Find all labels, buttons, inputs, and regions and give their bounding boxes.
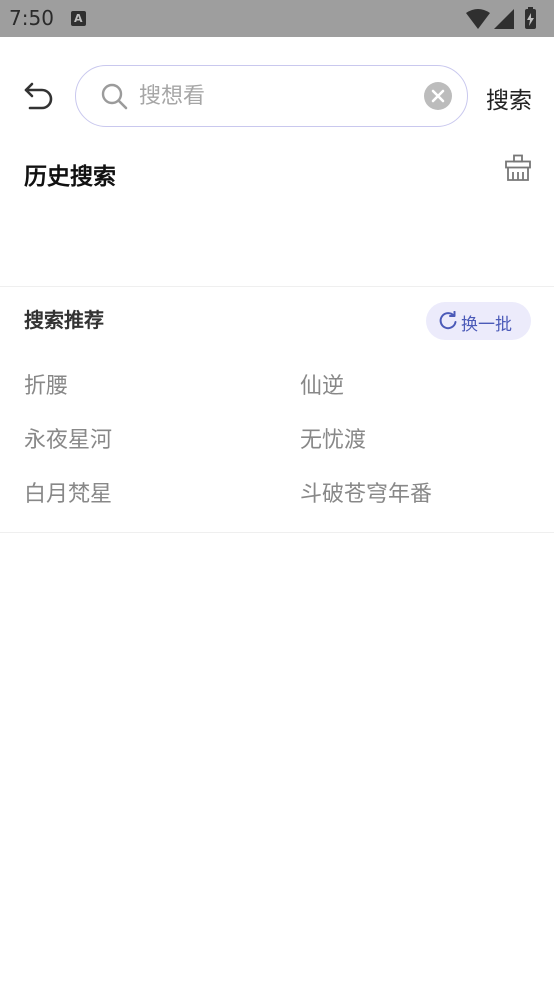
search-button[interactable]: 搜索 [486,81,532,115]
recommend-item[interactable]: 白月梵星 [24,476,112,508]
wifi-icon [466,9,490,29]
status-bar: 7:50 A [0,0,554,37]
history-title: 历史搜索 [24,164,116,190]
recommend-title: 搜索推荐 [24,308,104,332]
recommend-item[interactable]: 仙逆 [300,368,344,400]
divider [0,532,554,533]
notification-a-icon: A [71,11,86,26]
status-time: 7:50 [9,6,54,30]
status-icons [466,7,536,29]
refresh-label: 换一批 [461,315,512,335]
back-icon[interactable] [22,78,58,114]
search-icon [101,83,128,110]
clear-icon[interactable] [424,82,452,110]
recommend-item[interactable]: 折腰 [24,368,68,400]
signal-icon [494,9,514,29]
search-box[interactable] [75,65,468,127]
search-row: 搜索 [0,63,554,129]
clear-history-icon[interactable] [504,154,532,182]
divider [0,286,554,287]
recommend-item[interactable]: 永夜星河 [24,422,112,454]
notification-a-label: A [74,12,83,25]
recommend-item[interactable]: 斗破苍穹年番 [300,476,432,508]
refresh-icon [439,311,457,330]
recommend-item[interactable]: 无忧渡 [300,422,366,454]
battery-icon [525,7,536,29]
refresh-button[interactable]: 换一批 [426,302,531,340]
search-input[interactable] [139,80,419,112]
